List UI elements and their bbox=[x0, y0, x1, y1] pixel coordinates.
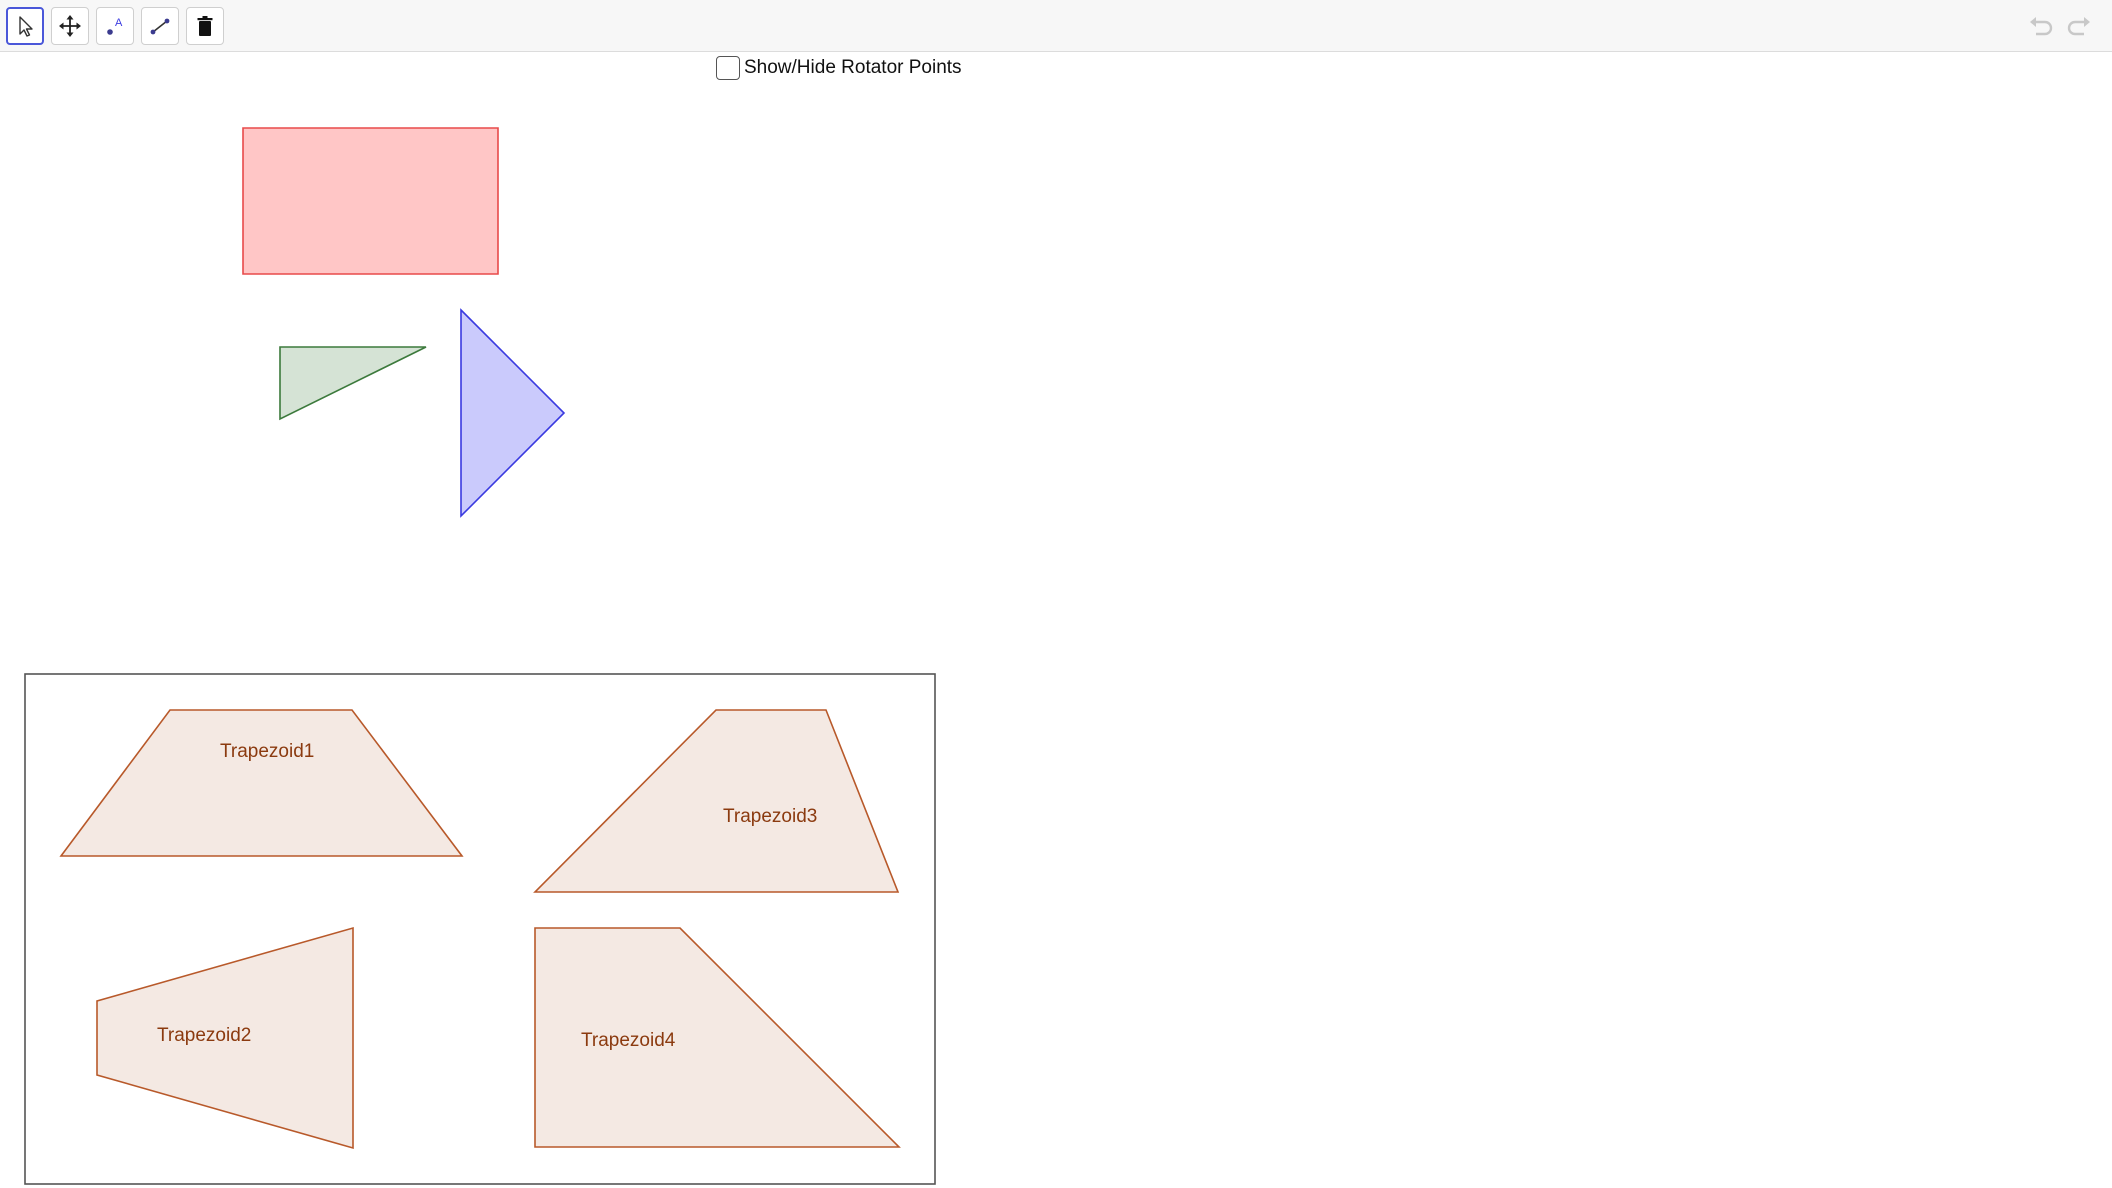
rectangle-piece[interactable] bbox=[242, 127, 499, 275]
trapezoid3-shape[interactable] bbox=[533, 709, 900, 893]
segment-icon bbox=[150, 18, 170, 35]
trapezoid1-label: Trapezoid1 bbox=[220, 741, 314, 762]
trapezoid2-label: Trapezoid2 bbox=[157, 1025, 251, 1046]
move-tool-button[interactable] bbox=[51, 7, 89, 45]
svg-text:A: A bbox=[115, 17, 123, 29]
move-arrows-icon bbox=[59, 15, 81, 37]
blue-triangle-piece[interactable] bbox=[460, 308, 566, 518]
trapezoid1-shape[interactable] bbox=[59, 709, 464, 857]
trash-icon bbox=[197, 16, 213, 36]
undo-button[interactable] bbox=[2024, 10, 2058, 44]
trapezoid3-label: Trapezoid3 bbox=[723, 806, 817, 827]
point-label-icon: A bbox=[107, 17, 123, 35]
redo-icon bbox=[2067, 17, 2090, 36]
undo-icon bbox=[2030, 17, 2053, 36]
toolbar: A bbox=[0, 0, 2112, 52]
select-tool-button[interactable] bbox=[6, 7, 44, 45]
segment-tool-button[interactable] bbox=[141, 7, 179, 45]
point-tool-button[interactable]: A bbox=[96, 7, 134, 45]
redo-button[interactable] bbox=[2062, 10, 2096, 44]
green-triangle-piece[interactable] bbox=[279, 346, 427, 421]
trapezoid4-label: Trapezoid4 bbox=[581, 1030, 676, 1051]
graphics-view[interactable]: Trapezoid1 Trapezoid2 Trapezoid3 Trapezo… bbox=[0, 52, 2112, 1188]
delete-tool-button[interactable] bbox=[186, 7, 224, 45]
arrow-pointer-icon bbox=[19, 16, 33, 37]
